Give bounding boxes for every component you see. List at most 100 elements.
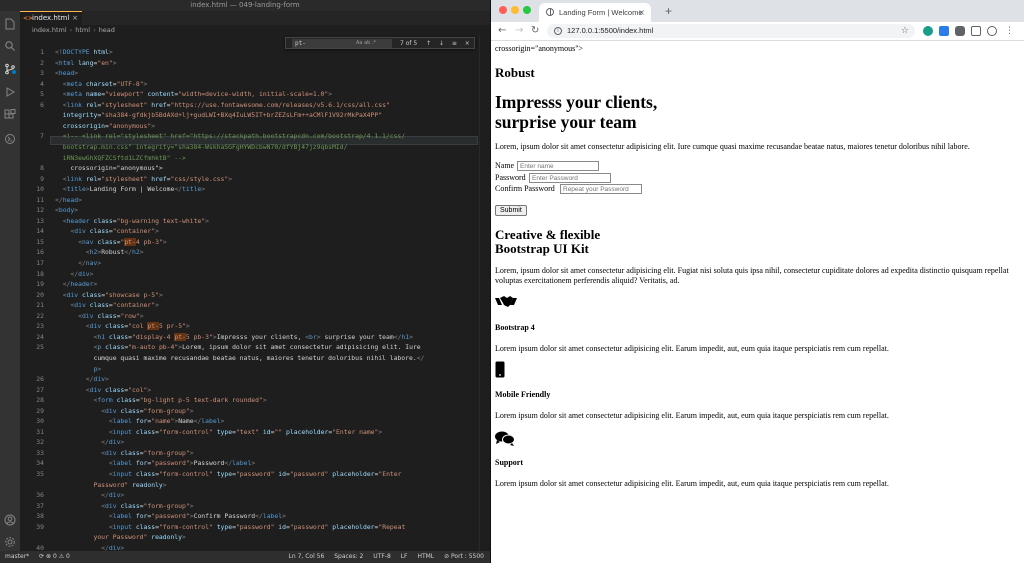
explorer-icon[interactable] [4, 15, 16, 30]
code-line[interactable]: </div> [55, 491, 124, 499]
extension-box-icon[interactable] [971, 26, 981, 36]
browser-tab-active[interactable]: Landing Form | Welcome × [539, 3, 651, 22]
find-navigation-buttons[interactable]: ↑ ↓ ≡ × [426, 39, 473, 48]
new-tab-plus-icon[interactable]: + [665, 4, 672, 18]
code-line[interactable]: <head> [55, 69, 78, 77]
code-line[interactable]: <div class="form-group"> [55, 407, 193, 415]
problems-status[interactable]: ⟳ ⊗ 0 ⚠ 0 [39, 553, 70, 560]
branch-status[interactable]: master* [5, 553, 29, 560]
code-line[interactable]: bootstrap.min.css" integrity="sha384-Wsk… [55, 143, 348, 151]
minimize-window-button[interactable] [511, 6, 519, 14]
indentation-status[interactable]: Spaces: 2 [334, 553, 363, 560]
tab-close-icon[interactable]: × [638, 3, 645, 22]
code-line[interactable]: <link rel="stylesheet" href="css/style.c… [55, 175, 232, 183]
extension-teal-icon[interactable] [923, 26, 933, 36]
code-line[interactable]: <body> [55, 206, 78, 214]
code-line[interactable]: </nav> [55, 259, 101, 267]
browser-menu-icon[interactable]: ⋮ [1005, 22, 1014, 40]
submit-button[interactable]: Submit [495, 205, 527, 216]
code-line[interactable]: iRN3ewGhXQFZCSftd1LZCfmhktB" --> [55, 154, 186, 162]
code-line[interactable]: <label for="name">Name</label> [55, 417, 225, 425]
minimap[interactable] [479, 36, 487, 551]
code-line[interactable]: <header class="bg-warning text-white"> [55, 217, 209, 225]
name-input[interactable] [517, 161, 599, 171]
code-line[interactable]: <title>Landing Form | Welcome</title> [55, 185, 205, 193]
tab-close-icon[interactable]: × [72, 12, 78, 25]
code-line[interactable]: <input class="form-control" type="passwo… [55, 523, 405, 531]
code-line[interactable]: <label for="password">Confirm Password</… [55, 512, 286, 520]
code-line[interactable]: <h2>Robust</h2> [55, 248, 144, 256]
source-control-icon[interactable] [4, 60, 16, 75]
code-line[interactable]: <html lang="en"> [55, 59, 117, 67]
live-server-port[interactable]: ⊘ Port : 5500 [444, 553, 484, 560]
code-line[interactable]: <nav class="pt-4 pb-3"> [55, 237, 167, 246]
find-input[interactable]: pt- [292, 39, 392, 48]
code-line[interactable]: <input class="form-control" type="text" … [55, 428, 382, 436]
tab-index-html[interactable]: <> index.html × [20, 11, 82, 25]
code-line[interactable]: <meta charset="UTF-8"> [55, 80, 148, 88]
code-line[interactable]: </div> [55, 270, 93, 278]
manage-gear-icon[interactable] [4, 533, 16, 547]
breadcrumb-item-head[interactable]: head [99, 26, 115, 34]
bookmark-star-icon[interactable]: ☆ [901, 24, 909, 38]
remote-explorer-icon[interactable] [4, 130, 16, 144]
site-info-icon[interactable]: i [554, 27, 562, 35]
code-line[interactable]: <!DOCTYPE html> [55, 48, 113, 56]
confirm-password-input[interactable] [560, 184, 642, 194]
code-line[interactable]: </div> [55, 544, 124, 551]
breadcrumb-item-file[interactable]: index.html [32, 26, 67, 34]
code-line[interactable]: <div class="showcase p-5"> [55, 291, 163, 299]
code-line[interactable]: <meta name="viewport" content="width=dev… [55, 90, 332, 98]
code-line[interactable]: crossorigin="anonymous"> [55, 164, 162, 172]
code-line[interactable]: <label for="password">Password</label> [55, 459, 255, 467]
find-options[interactable]: Aa ab .* [356, 39, 376, 48]
code-line[interactable]: <h1 class="display-4 pt-5 pb-3">Impresss… [55, 332, 413, 341]
extensions-puzzle-icon[interactable] [955, 26, 965, 36]
code-line[interactable]: </header> [55, 280, 98, 288]
close-window-button[interactable] [499, 6, 507, 14]
code-line[interactable]: Password" readonly> [55, 481, 166, 489]
code-line[interactable]: </head> [55, 196, 82, 204]
language-mode[interactable]: HTML [417, 553, 434, 560]
code-line[interactable]: <form class="bg-light p-5 text-dark roun… [55, 396, 266, 404]
line-number: 36 [36, 491, 44, 500]
code-line[interactable]: </div> [55, 438, 124, 446]
extensions-icon[interactable] [4, 106, 16, 119]
encoding-status[interactable]: UTF-8 [373, 553, 391, 560]
breadcrumb-item-html[interactable]: html [75, 26, 90, 34]
code-line[interactable]: <div class="col"> [55, 386, 151, 394]
code-line[interactable]: </div> [55, 375, 109, 383]
code-line[interactable]: integrity="sha384-gfdkjb5BdAXd+lj+gudLWI… [55, 111, 382, 119]
address-url[interactable]: 127.0.0.1:5500/index.html [567, 24, 653, 38]
password-input[interactable] [529, 173, 611, 183]
code-line[interactable]: <div class="container"> [55, 227, 159, 235]
search-icon[interactable] [4, 37, 16, 51]
code-line[interactable]: your Password" readonly> [55, 533, 185, 541]
code-line[interactable]: <div class="form-group"> [55, 502, 193, 510]
extension-circle-icon[interactable] [987, 26, 997, 36]
code-line[interactable]: <!-- <link rel="stylesheet" href="https:… [55, 132, 405, 140]
tab-label: index.html [32, 14, 70, 22]
code-line[interactable]: <div class="container"> [55, 301, 159, 309]
code-line[interactable]: cumque quasi maxime recusandae beatae na… [55, 354, 424, 362]
run-debug-icon[interactable] [4, 83, 16, 97]
back-arrow-icon[interactable]: ← [498, 22, 506, 40]
code-line[interactable]: <input class="form-control" type="passwo… [55, 470, 402, 478]
forward-arrow-icon[interactable]: → [515, 22, 523, 40]
code-line[interactable]: <div class="row"> [55, 312, 143, 320]
line-number: 13 [36, 216, 44, 225]
extension-blue-icon[interactable] [939, 26, 949, 36]
maximize-window-button[interactable] [523, 6, 531, 14]
address-bar[interactable]: i 127.0.0.1:5500/index.html ☆ [547, 24, 915, 38]
account-icon[interactable] [4, 511, 16, 526]
code-line[interactable]: p> [55, 365, 101, 373]
cursor-position[interactable]: Ln 7, Col 56 [289, 553, 325, 560]
code-line[interactable]: <p class="m-auto pb-4">Lorem, ipsum dolo… [55, 343, 420, 351]
eol-status[interactable]: LF [401, 553, 408, 560]
reload-icon[interactable]: ↻ [531, 22, 539, 40]
code-line[interactable]: <div class="form-group"> [55, 449, 193, 457]
code-area[interactable]: 1 2 3 4 5 6 7 8 9 10 11 12 13 14 15 16 17 18 19 20 21 22 23 24 2… [20, 36, 490, 551]
code-line[interactable]: <link rel="stylesheet" href="https://use… [55, 101, 390, 109]
code-line[interactable]: <div class="col pt-5 pr-5"> [55, 322, 190, 331]
code-line[interactable]: crossorigin="anonymous"> [55, 122, 155, 130]
